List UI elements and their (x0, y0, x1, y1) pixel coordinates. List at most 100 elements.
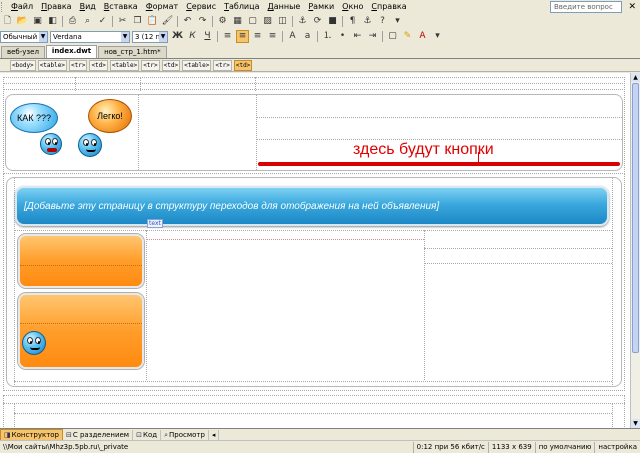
italic-button[interactable]: К (186, 30, 199, 43)
code-view-button[interactable]: ⊡ Код (133, 429, 162, 440)
status-download-time: 0:12 при 56 кбит/с (412, 441, 488, 453)
increase-font-icon[interactable]: A (286, 30, 299, 43)
align-left-icon[interactable]: ≡ (221, 30, 234, 43)
view-scroll-left-icon[interactable]: ◂ (209, 429, 220, 440)
tab-index-dwt[interactable]: index.dwt (45, 45, 98, 58)
design-canvas[interactable]: КАК ??? Легко! здесь будут кнопки [Добав… (0, 73, 630, 428)
tag-item-selected[interactable]: <td> (233, 60, 253, 71)
stop-icon[interactable]: ■ (326, 15, 339, 28)
menu-view[interactable]: Вид (76, 0, 100, 14)
tab-website[interactable]: веб-узел (1, 46, 45, 58)
highlight-icon[interactable]: ✎ (401, 30, 414, 43)
style-select[interactable]: Обычный ▼ (0, 30, 48, 43)
tag-item[interactable]: <tr> (68, 60, 88, 71)
tag-item[interactable]: <table> (37, 60, 67, 71)
help-icon[interactable]: ? (376, 15, 389, 28)
paste-icon[interactable]: 📋 (146, 15, 159, 28)
split-view-button[interactable]: ⊟ С разделением (63, 429, 134, 440)
numbered-list-icon[interactable]: ⒈ (321, 30, 334, 43)
font-color-icon[interactable]: A (416, 30, 429, 43)
chevron-down-icon: ▼ (159, 31, 167, 42)
publish-icon[interactable]: ◧ (46, 15, 59, 28)
decrease-font-icon[interactable]: a (301, 30, 314, 43)
spelling-icon[interactable]: ✓ (96, 15, 109, 28)
menu-format[interactable]: Формат (142, 0, 182, 14)
status-custom[interactable]: настройка (594, 441, 640, 453)
status-path: \\Мои сайты\Mhz3p.5pb.ru\_private (3, 442, 129, 451)
underline-button[interactable]: Ч (201, 30, 214, 43)
decrease-indent-icon[interactable]: ⇤ (351, 30, 364, 43)
show-all-icon[interactable]: ¶ (346, 15, 359, 28)
format-painter-icon[interactable]: 🖌 (161, 15, 174, 28)
cut-icon[interactable]: ✂ (116, 15, 129, 28)
tag-item[interactable]: <tr> (141, 60, 160, 71)
refresh-icon[interactable]: ⟳ (311, 15, 324, 28)
menu-insert[interactable]: Вставка (100, 0, 142, 14)
toolbar-options-icon[interactable]: ▾ (391, 15, 404, 28)
buttons-placeholder-text[interactable]: здесь будут кнопки (353, 141, 494, 159)
align-right-icon[interactable]: ≡ (251, 30, 264, 43)
web-component-icon[interactable]: ⚙ (216, 15, 229, 28)
buttons-underline-bar (258, 162, 620, 166)
view-mode-bar: ◨ Конструктор ⊟ С разделением ⊡ Код ⌕ Просмо… (0, 428, 640, 441)
increase-indent-icon[interactable]: ⇥ (366, 30, 379, 43)
menu-tools[interactable]: Сервис (182, 0, 220, 14)
hyperlink-icon[interactable]: ⚓ (296, 15, 309, 28)
justify-icon[interactable]: ≡ (266, 30, 279, 43)
menu-table[interactable]: Таблица (220, 0, 263, 14)
tag-item[interactable]: <tr> (213, 60, 232, 71)
status-dimensions[interactable]: 1133 x 639 (487, 441, 535, 453)
preview-view-button[interactable]: ⌕ Просмотр (161, 429, 209, 440)
print-icon[interactable]: ⎙ (66, 15, 79, 28)
navigation-banner[interactable]: [Добавьте эту страницу в структуру перех… (15, 186, 609, 226)
bubble-right-text: Легко! (97, 111, 123, 121)
speech-bubble-right: Легко! (88, 99, 132, 133)
borders-icon[interactable]: ▢ (386, 30, 399, 43)
insert-table-icon[interactable]: ▦ (231, 15, 244, 28)
tag-item[interactable]: <table> (109, 60, 140, 71)
menu-file[interactable]: Файл (7, 0, 37, 14)
bold-button[interactable]: Ж (171, 30, 184, 43)
table-guide (20, 265, 142, 266)
text-marker: text (147, 219, 163, 228)
bullet-list-icon[interactable]: • (336, 30, 349, 43)
anchor-icon[interactable]: ⚓ (361, 15, 374, 28)
open-folder-icon[interactable]: 📂 (16, 15, 29, 28)
design-view-label: Конструктор (11, 430, 59, 439)
menu-data[interactable]: Данные (263, 0, 304, 14)
undo-icon[interactable]: ↶ (181, 15, 194, 28)
new-page-icon[interactable]: 🗋 (1, 15, 14, 28)
vertical-scrollbar[interactable]: ▲ ▼ (630, 73, 640, 428)
status-mode[interactable]: по умолчанию (534, 441, 595, 453)
tag-item[interactable]: <td> (161, 60, 181, 71)
speech-bubble-left: КАК ??? (10, 103, 58, 133)
redo-icon[interactable]: ↷ (196, 15, 209, 28)
table-guide (14, 381, 612, 382)
font-select[interactable]: Verdana ▼ (50, 30, 130, 43)
tab-new-page[interactable]: нов_стр_1.htm* (98, 46, 167, 58)
align-center-icon[interactable]: ≡ (236, 30, 249, 43)
menu-edit[interactable]: Правка (37, 0, 75, 14)
design-view-button[interactable]: ◨ Конструктор (0, 428, 63, 441)
insert-picture-icon[interactable]: ▨ (261, 15, 274, 28)
save-icon[interactable]: ▣ (31, 15, 44, 28)
insert-layer-icon[interactable]: ▢ (246, 15, 259, 28)
toolbar-options-icon[interactable]: ▾ (431, 30, 444, 43)
copy-icon[interactable]: ❐ (131, 15, 144, 28)
preview-icon[interactable]: ⌕ (81, 15, 94, 28)
help-search-input[interactable]: Введите вопрос (550, 1, 622, 13)
drawing-icon[interactable]: ◫ (276, 15, 289, 28)
size-select[interactable]: 3 (12 пт) ▼ (132, 30, 168, 43)
scroll-up-icon[interactable]: ▲ (631, 73, 640, 82)
tag-item[interactable]: <body> (10, 60, 36, 71)
eye (91, 139, 97, 146)
menu-window[interactable]: Окно (338, 0, 367, 14)
table-guide (14, 413, 612, 414)
tag-item[interactable]: <table> (182, 60, 212, 71)
tag-item[interactable]: <td> (89, 60, 108, 71)
close-document-button[interactable]: ✕ (628, 1, 636, 13)
scroll-down-icon[interactable]: ▼ (631, 419, 640, 428)
menu-help[interactable]: Справка (367, 0, 410, 14)
menu-frames[interactable]: Рамки (304, 0, 338, 14)
scroll-thumb[interactable] (632, 83, 639, 353)
